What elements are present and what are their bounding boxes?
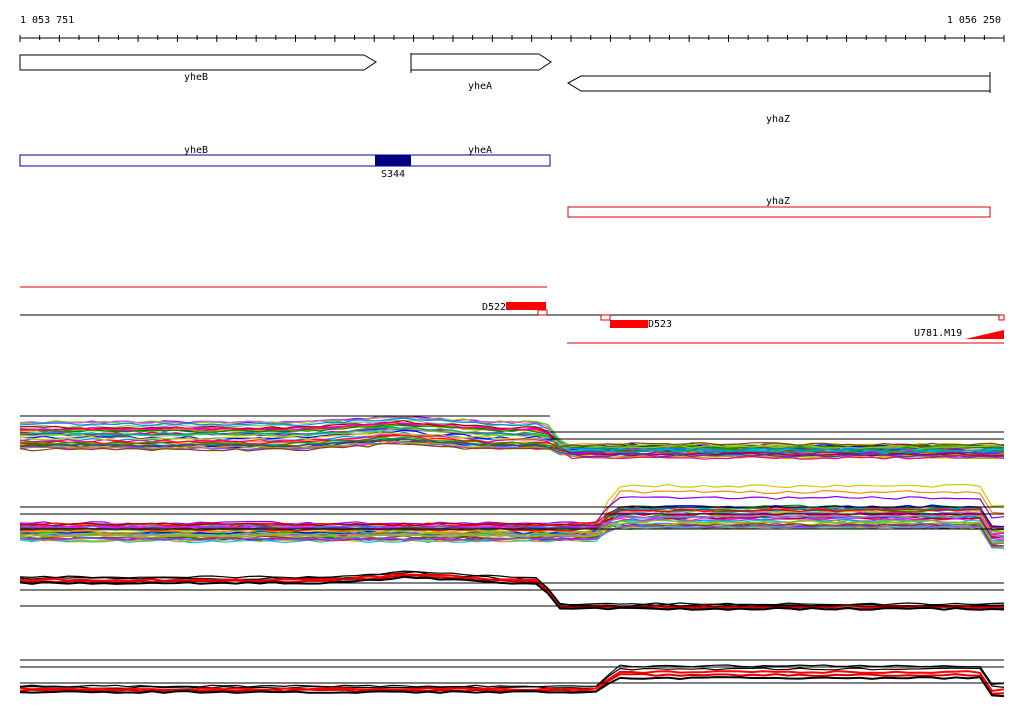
- segment-U781M19[interactable]: [965, 330, 1004, 339]
- segment-D522-tail: [537, 309, 548, 316]
- expression-panel-3: [19, 570, 1005, 611]
- transcript-label-yheB: yheB: [184, 145, 208, 156]
- segment-label-D522: D522: [482, 302, 506, 313]
- gene-track: yheB yheA yhaZ: [19, 53, 991, 125]
- expression-profile-line: [19, 570, 1005, 606]
- gene-arrow-yheA[interactable]: [410, 53, 552, 71]
- segment-track: D522 D523 U781.M19: [20, 286, 1005, 344]
- segment-D523-head: [600, 314, 611, 321]
- gene-label-yhaZ: yhaZ: [766, 114, 790, 125]
- expression-profile-line: [19, 573, 1005, 609]
- coordinate-start-label: 1 053 751: [20, 15, 74, 26]
- coordinate-end-label: 1 056 250: [947, 15, 1001, 26]
- segment-label-U781M19: U781.M19: [914, 328, 962, 339]
- segment-label-D523: D523: [648, 319, 672, 330]
- expression-profiles-1: [19, 415, 1005, 460]
- segment-S344[interactable]: [375, 155, 411, 166]
- transcript-label-yhaZ: yhaZ: [766, 196, 790, 207]
- segment-D523[interactable]: [610, 320, 648, 328]
- expression-panel-1: [19, 415, 1005, 460]
- segment-label-S344: S344: [381, 169, 405, 180]
- expression-profiles-2: [19, 483, 1005, 550]
- transcript-box-reverse[interactable]: [567, 206, 991, 218]
- genome-browser-view: 1 053 751 1 056 250 yheB yheA yhaZ yheB …: [19, 15, 1005, 698]
- transcript-label-yheA: yheA: [468, 145, 492, 156]
- segment-U781M19-cap: [998, 314, 1005, 321]
- gene-arrow-yhaZ[interactable]: [566, 75, 991, 92]
- coordinate-ruler: 1 053 751 1 056 250: [19, 15, 1005, 42]
- expression-profiles-4: [19, 664, 1005, 698]
- expression-panel-4: [19, 659, 1005, 698]
- expression-panel-2: [19, 483, 1005, 550]
- gene-arrow-yheB[interactable]: [19, 54, 377, 71]
- transcript-box-forward[interactable]: [19, 154, 551, 167]
- segment-D522[interactable]: [506, 302, 546, 310]
- gene-label-yheB: yheB: [184, 72, 208, 83]
- gene-label-yheA: yheA: [468, 81, 492, 92]
- transcript-track: yheB yheA S344 yhaZ: [19, 145, 991, 218]
